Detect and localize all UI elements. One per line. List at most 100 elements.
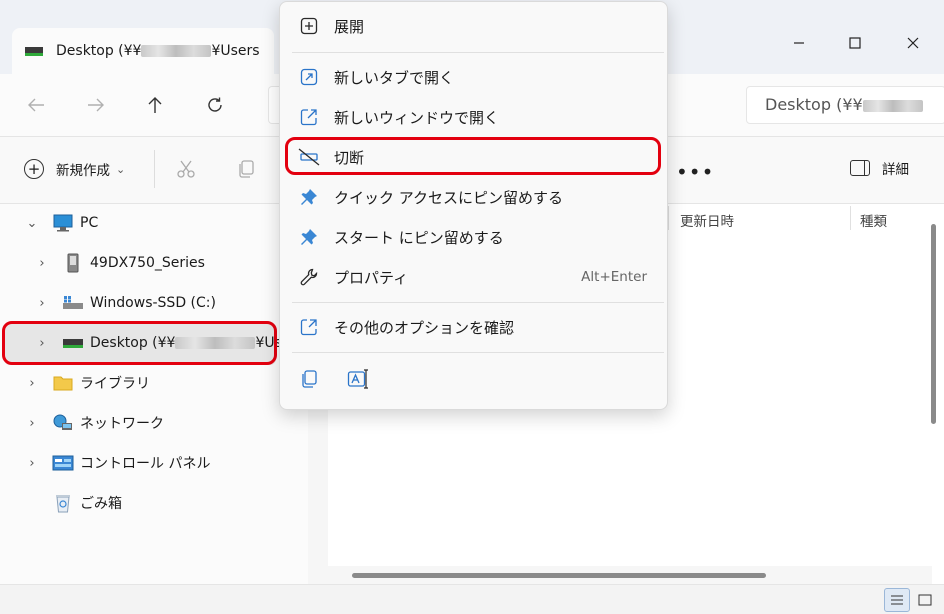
menu-item-properties[interactable]: プロパティ Alt+Enter [280, 259, 667, 295]
chevron-right-icon[interactable]: › [22, 416, 42, 431]
sidebar-item-pc[interactable]: ⌄ PC [22, 205, 98, 241]
menu-item-label: プロパティ [334, 268, 409, 287]
recycle-bin-icon [52, 494, 74, 513]
pin-start-icon [298, 226, 320, 248]
column-header-modified[interactable]: 更新日時 [680, 210, 734, 230]
refresh-icon [208, 97, 222, 112]
details-label: 詳細 [882, 162, 909, 178]
menu-item-more-options[interactable]: その他のオプションを確認 [280, 309, 667, 345]
refresh-button[interactable] [197, 92, 233, 118]
tab-desktop[interactable]: Desktop (¥¥ ¥Users [12, 28, 274, 74]
more-options-icon [298, 316, 320, 338]
rename-icon [347, 369, 368, 389]
network-icon [52, 414, 74, 432]
chevron-right-icon[interactable]: › [32, 256, 52, 271]
arrow-up-icon [148, 97, 162, 113]
close-icon [907, 37, 919, 49]
context-menu: 展開 新しいタブで開く 新しいウィンドウで開く 切断 クイック アクセスにピン留… [279, 1, 668, 410]
device-icon [62, 253, 84, 273]
maximize-button[interactable] [826, 28, 884, 58]
redacted-block [175, 337, 256, 349]
arrow-left-icon [28, 98, 44, 112]
disconnect-icon [298, 146, 320, 168]
drive-icon [62, 294, 84, 312]
vertical-scrollbar[interactable] [931, 224, 936, 424]
menu-item-pin-start[interactable]: スタート にピン留めする [280, 219, 667, 255]
minimize-button[interactable] [770, 28, 828, 58]
menu-item-label: 新しいウィンドウで開く [334, 108, 500, 127]
scissors-icon [177, 160, 195, 178]
wrench-icon [298, 266, 320, 288]
menu-item-label: スタート にピン留めする [334, 228, 504, 247]
column-header-type[interactable]: 種類 [860, 210, 887, 230]
close-button[interactable] [884, 28, 942, 58]
control-panel-icon [52, 454, 74, 472]
copy-icon [239, 160, 254, 178]
back-button[interactable] [18, 92, 54, 118]
sidebar-item-label: PC [80, 215, 99, 231]
column-divider[interactable] [850, 206, 851, 230]
sidebar-item-label: Desktop (¥¥ ¥Use [90, 335, 291, 351]
chevron-right-icon[interactable]: › [32, 296, 52, 311]
sidebar-item-windows-ssd[interactable]: › Windows-SSD (C:) [32, 285, 216, 321]
network-drive-icon [25, 47, 43, 56]
sidebar-item-label: 49DX750_Series [90, 255, 205, 271]
column-divider[interactable] [668, 206, 669, 230]
maximize-icon [849, 37, 861, 49]
plus-icon: + [24, 159, 44, 179]
sidebar-item-recycle-bin[interactable]: ごみ箱 [42, 485, 122, 521]
sidebar-item-label: ネットワーク [80, 416, 164, 432]
cut-button[interactable] [174, 157, 198, 181]
menu-divider [292, 302, 664, 303]
menu-shortcut: Alt+Enter [581, 269, 647, 285]
new-label: 新規作成 [56, 163, 110, 179]
menu-item-pin-quick-access[interactable]: クイック アクセスにピン留めする [280, 179, 667, 215]
menu-item-disconnect[interactable]: 切断 [280, 139, 667, 175]
menu-item-label: クイック アクセスにピン留めする [334, 188, 564, 207]
menu-divider [292, 52, 664, 53]
details-button[interactable]: 詳細 [850, 158, 909, 178]
menu-item-label: 切断 [334, 148, 365, 167]
open-window-icon [298, 106, 320, 128]
up-button[interactable] [137, 92, 173, 118]
monitor-icon [52, 214, 74, 232]
menu-divider [292, 352, 664, 353]
sidebar-item-desktop-network[interactable]: › Desktop (¥¥ ¥Use [32, 325, 291, 361]
search-input[interactable]: Desktop (¥¥ [746, 86, 944, 124]
sidebar-item-label: ごみ箱 [80, 496, 122, 512]
sidebar-item-label: コントロール パネル [80, 456, 211, 472]
chevron-right-icon[interactable]: › [32, 336, 52, 351]
menu-item-label: その他のオプションを確認 [334, 318, 515, 337]
arrow-right-icon [88, 98, 104, 112]
menu-copy-button[interactable] [297, 367, 321, 391]
copy-icon [302, 370, 317, 388]
menu-rename-button[interactable] [346, 367, 370, 391]
menu-item-open-new-tab[interactable]: 新しいタブで開く [280, 59, 667, 95]
chevron-right-icon[interactable]: › [22, 456, 42, 471]
network-drive-icon [62, 334, 84, 352]
details-view-button[interactable] [884, 588, 910, 612]
open-tab-icon [298, 66, 320, 88]
more-options-button[interactable]: ••• [676, 160, 714, 184]
horizontal-scrollbar-thumb[interactable] [352, 573, 766, 578]
pin-icon [298, 186, 320, 208]
tab-label: Desktop (¥¥ ¥Users [56, 43, 260, 59]
copy-button[interactable] [234, 157, 258, 181]
menu-item-open-new-window[interactable]: 新しいウィンドウで開く [280, 99, 667, 135]
forward-button[interactable] [78, 92, 114, 118]
redacted-block [141, 45, 212, 57]
sidebar-item-library[interactable]: › ライブラリ [22, 365, 150, 401]
menu-item-expand[interactable]: 展開 [280, 8, 667, 44]
redacted-block [862, 99, 923, 112]
details-pane-icon [850, 160, 870, 176]
folder-icon [52, 374, 74, 392]
chevron-right-icon[interactable]: › [22, 376, 42, 391]
sidebar-item-control-panel[interactable]: › コントロール パネル [22, 445, 210, 481]
chevron-down-icon[interactable]: ⌄ [22, 216, 42, 231]
sidebar-item-49dx750[interactable]: › 49DX750_Series [32, 245, 205, 281]
toolbar-divider [154, 150, 155, 188]
new-button[interactable]: + 新規作成 ⌄ [24, 155, 125, 183]
expand-icon [298, 15, 320, 37]
sidebar-item-network[interactable]: › ネットワーク [22, 405, 164, 441]
tiles-view-button[interactable] [912, 588, 938, 612]
